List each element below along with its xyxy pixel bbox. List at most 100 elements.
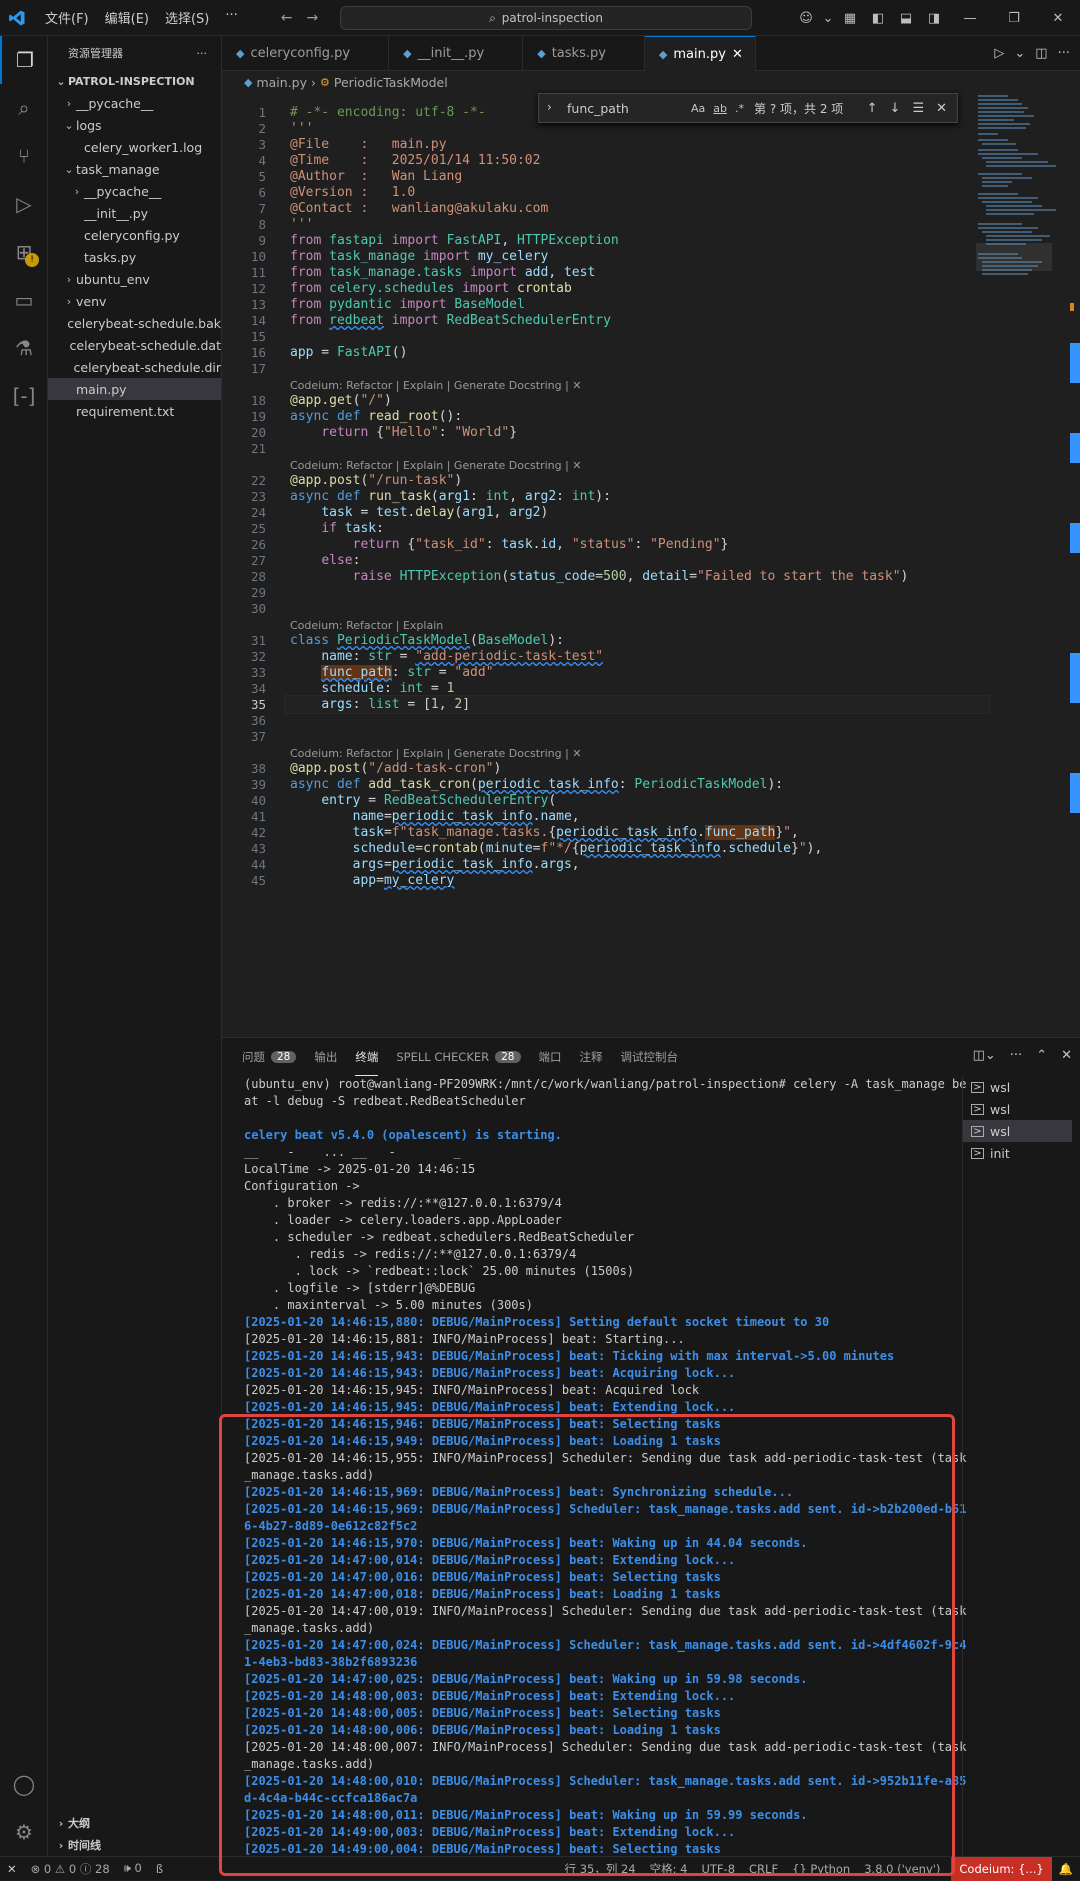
remote-explorer-icon[interactable]: ▭: [0, 276, 48, 324]
back-arrow-icon[interactable]: ←: [281, 10, 293, 26]
menu-item[interactable]: ···: [218, 4, 244, 31]
folder-item[interactable]: › venv: [48, 290, 221, 312]
project-folder-header[interactable]: ⌄ PATROL-INSPECTION: [48, 70, 221, 92]
close-find-icon[interactable]: ✕: [936, 101, 947, 116]
source-control-icon[interactable]: ⑂: [0, 132, 48, 180]
eol-status[interactable]: CRLF: [742, 1862, 785, 1876]
close-window-icon[interactable]: ✕: [1036, 11, 1080, 26]
folder-item[interactable]: ⌄ logs: [48, 114, 221, 136]
run-python-icon[interactable]: ▷: [994, 46, 1004, 61]
command-center-search[interactable]: ⌕ patrol-inspection: [340, 6, 752, 30]
file-item[interactable]: celerybeat-schedule.bak: [48, 312, 221, 334]
testing-icon[interactable]: ⚗: [0, 324, 48, 372]
timeline-section[interactable]: › 时间线: [48, 1834, 222, 1856]
minimap[interactable]: [976, 93, 1070, 1037]
minimize-icon[interactable]: —: [948, 11, 992, 26]
remote-indicator-icon[interactable]: ✕: [0, 1862, 24, 1876]
terminal-instance[interactable]: > wsl: [963, 1120, 1072, 1142]
file-item[interactable]: tasks.py: [48, 246, 221, 268]
file-item[interactable]: celerybeat-schedule.dir: [48, 356, 222, 378]
match-whole-word-icon[interactable]: ab: [713, 102, 727, 115]
chevron-down-icon[interactable]: ⌄: [1014, 46, 1025, 61]
more-actions-icon[interactable]: ···: [1010, 1048, 1022, 1063]
chevron-down-icon[interactable]: ⌄: [820, 11, 836, 26]
file-item[interactable]: celerybeat-schedule.dat: [48, 334, 221, 356]
cursor-position[interactable]: 行 35，列 24: [558, 1861, 643, 1877]
language-mode[interactable]: {} Python: [785, 1862, 857, 1876]
file-item[interactable]: requirement.txt: [48, 400, 221, 422]
toggle-secondary-sidebar-icon[interactable]: ◨: [920, 11, 948, 26]
file-item[interactable]: celery_worker1.log: [48, 136, 221, 158]
maximize-panel-icon[interactable]: ⌃: [1036, 1048, 1047, 1063]
search-view-icon[interactable]: ⌕: [0, 84, 48, 132]
close-tab-icon[interactable]: ✕: [732, 47, 743, 62]
tab-celeryconfig-py[interactable]: ◆ celeryconfig.py: [222, 36, 390, 71]
outline-section[interactable]: › 大纲: [48, 1812, 222, 1834]
code-token: post: [329, 761, 361, 776]
settings-gear-icon[interactable]: ⚙: [0, 1808, 48, 1856]
previous-match-icon[interactable]: ↑: [867, 101, 878, 116]
customize-layout-icon[interactable]: ▦: [836, 11, 864, 26]
more-actions-icon[interactable]: ···: [1058, 46, 1070, 61]
chevron-right-icon[interactable]: ›: [547, 100, 552, 114]
breadcrumb-file[interactable]: main.py: [256, 75, 307, 90]
python-interpreter[interactable]: 3.8.0 ('venv'): [857, 1862, 947, 1876]
encoding-status[interactable]: UTF-8: [694, 1862, 742, 1876]
find-in-selection-icon[interactable]: ☰: [912, 101, 924, 116]
folder-item[interactable]: › __pycache__: [48, 180, 221, 202]
panel-tab[interactable]: 终端: [355, 1038, 379, 1076]
regex-icon[interactable]: .*: [735, 102, 744, 115]
editor-scrollbar[interactable]: [1070, 93, 1080, 1037]
toggle-sidebar-icon[interactable]: ◧: [864, 11, 892, 26]
tab-tasks-py[interactable]: ◆ tasks.py: [523, 36, 645, 71]
minimap-slider[interactable]: [976, 243, 1052, 271]
problems-status[interactable]: ⊗ 0 ⚠ 0 ⓘ 28: [24, 1861, 117, 1877]
run-debug-icon[interactable]: ▷: [0, 180, 48, 228]
terminal-instance[interactable]: > wsl: [963, 1076, 1072, 1098]
toggle-panel-icon[interactable]: ⬓: [892, 11, 920, 26]
breadcrumb-symbol[interactable]: PeriodicTaskModel: [334, 75, 448, 90]
folder-item[interactable]: ⌄ task_manage: [48, 158, 221, 180]
tab--init-py[interactable]: ◆ __init__.py: [389, 36, 524, 71]
panel-tab[interactable]: 注释: [580, 1038, 603, 1076]
panel-tab[interactable]: SPELL CHECKER 28: [396, 1038, 521, 1076]
indentation-status[interactable]: 空格: 4: [643, 1861, 695, 1877]
tab-main-py[interactable]: ◆ main.py ✕: [644, 36, 756, 71]
folder-item[interactable]: › ubuntu_env: [48, 268, 221, 290]
account-icon[interactable]: ◯: [0, 1760, 48, 1808]
match-case-icon[interactable]: Aa: [691, 102, 705, 115]
folder-item[interactable]: › __pycache__: [48, 92, 221, 114]
panel-tab[interactable]: 输出: [314, 1038, 337, 1076]
codeium-status[interactable]: Codeium: {...}: [951, 1856, 1052, 1881]
copilot-icon[interactable]: ☺: [792, 11, 820, 26]
code-editor[interactable]: 1 # -*- encoding: utf-8 -*- 2 ''' 3 @File : m…: [222, 93, 1080, 1037]
code-token: app: [352, 873, 377, 888]
menu-item[interactable]: 编辑(E): [98, 4, 156, 31]
next-match-icon[interactable]: ↓: [890, 101, 901, 116]
code-token: {: [571, 841, 580, 856]
extensions-icon[interactable]: ⊞!: [0, 228, 48, 276]
menu-item[interactable]: 选择(S): [158, 4, 216, 31]
split-editor-icon[interactable]: ◫: [1035, 46, 1047, 61]
notifications-bell-icon[interactable]: 🔔: [1052, 1862, 1080, 1876]
panel-tab[interactable]: 调试控制台: [621, 1038, 679, 1076]
file-item[interactable]: __init__.py: [48, 202, 221, 224]
find-input[interactable]: func_path: [567, 101, 687, 116]
explorer-icon[interactable]: ❐: [0, 36, 48, 84]
menu-item[interactable]: 文件(F): [38, 4, 96, 31]
file-item[interactable]: celeryconfig.py: [48, 224, 221, 246]
file-item[interactable]: main.py: [48, 378, 221, 400]
sync-icon[interactable]: ß: [149, 1862, 170, 1876]
panel-tab[interactable]: 端口: [539, 1038, 562, 1076]
more-actions-icon[interactable]: ···: [197, 47, 208, 60]
terminal-instance[interactable]: > init: [963, 1142, 1072, 1164]
remote-window-icon[interactable]: [-]: [0, 372, 48, 420]
terminal-output[interactable]: (ubuntu_env) root@wanliang-PF209WRK:/mnt…: [244, 1076, 974, 1856]
forward-arrow-icon[interactable]: →: [307, 10, 319, 26]
terminal-instance[interactable]: > wsl: [963, 1098, 1072, 1120]
panel-tab[interactable]: 问题 28: [242, 1038, 297, 1076]
ports-status[interactable]: 🕪 0: [117, 1861, 149, 1876]
new-terminal-split-icon[interactable]: ◫⌄: [973, 1048, 996, 1063]
close-panel-icon[interactable]: ✕: [1061, 1048, 1072, 1063]
restore-icon[interactable]: ❐: [992, 11, 1036, 26]
